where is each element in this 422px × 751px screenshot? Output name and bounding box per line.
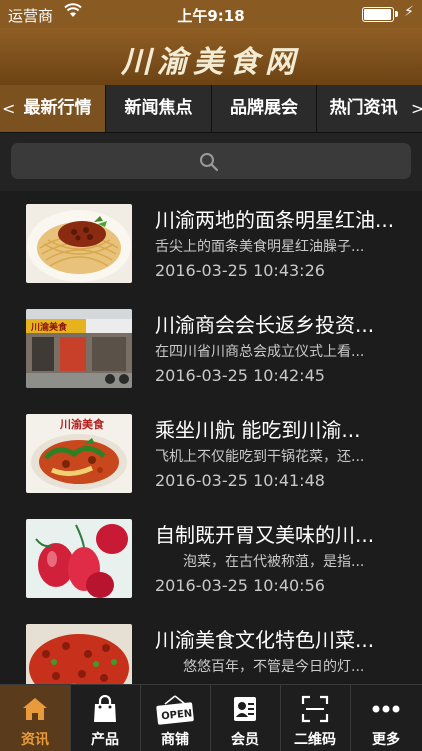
tabs-scroll-left-icon[interactable]: < <box>2 85 15 132</box>
tab-label: 品牌展会 <box>230 98 298 118</box>
news-thumbnail: 川渝美食 <box>26 309 132 388</box>
nav-label: 二维码 <box>294 732 336 748</box>
nav-label: 会员 <box>231 732 259 748</box>
news-title: 川渝两地的面条明星红油... <box>155 208 395 232</box>
clock: 上午9:18 <box>177 7 245 25</box>
list-item[interactable]: 川渝美食文化特色川菜... 悠悠百年，不管是今日的灯... <box>0 611 422 684</box>
news-title: 川渝美食文化特色川菜... <box>155 628 375 652</box>
tab-news-focus[interactable]: 新闻焦点 <box>106 85 212 132</box>
nav-item-shops[interactable]: OPEN 商铺 <box>140 685 211 751</box>
nav-item-members[interactable]: 会员 <box>210 685 281 751</box>
app-header: 川渝美食网 <box>0 28 422 85</box>
tab-label: 最新行情 <box>23 98 92 118</box>
open-sign-icon: OPEN <box>140 695 210 725</box>
list-item[interactable]: 川渝美食 乘坐川航 能吃到川渝... 飞机上不仅能吃到干锅花菜，还... 201… <box>0 401 422 507</box>
list-item[interactable]: 川渝两地的面条明星红油... 舌尖上的面条美食明星红油臊子... 2016-03… <box>0 191 422 297</box>
tab-hot-info[interactable]: 热门资讯 <box>317 85 422 132</box>
nav-label: 更多 <box>372 732 400 748</box>
search-input[interactable] <box>11 143 411 179</box>
nav-item-products[interactable]: 产品 <box>70 685 141 751</box>
news-thumbnail <box>26 519 132 598</box>
news-title: 川渝商会会长返乡投资... <box>155 313 375 337</box>
nav-label: 商铺 <box>161 732 189 748</box>
news-list: 川渝两地的面条明星红油... 舌尖上的面条美食明星红油臊子... 2016-03… <box>0 191 422 684</box>
battery-icon <box>362 7 398 22</box>
charging-icon: ⚡ <box>404 4 414 20</box>
news-date: 2016-03-25 10:40:56 <box>155 576 325 595</box>
news-thumbnail <box>26 204 132 283</box>
bag-icon <box>70 695 140 725</box>
tabs-scroll-right-icon[interactable]: > <box>411 85 422 132</box>
tab-latest-market[interactable]: 最新行情 <box>0 85 106 132</box>
dish-sign-text: 川渝美食 <box>59 417 105 431</box>
bottom-nav: 资讯 产品 OPEN 商铺 会员 二维码 更多 <box>0 684 422 751</box>
news-summary: 泡菜，在古代被称菹，是指... <box>155 554 365 570</box>
qr-scan-icon <box>280 695 350 725</box>
tab-label: 热门资讯 <box>329 98 398 118</box>
shop-sign-text: 川渝美食 <box>30 321 68 333</box>
member-card-icon <box>210 695 280 725</box>
news-summary: 舌尖上的面条美食明星红油臊子... <box>155 239 365 255</box>
list-item[interactable]: 自制既开胃又美味的川... 泡菜，在古代被称菹，是指... 2016-03-25… <box>0 506 422 612</box>
news-thumbnail <box>26 624 132 684</box>
search-icon <box>200 153 219 172</box>
nav-item-qrcode[interactable]: 二维码 <box>280 685 351 751</box>
tab-label: 新闻焦点 <box>124 98 193 118</box>
home-icon <box>0 695 70 725</box>
news-title: 自制既开胃又美味的川... <box>155 523 375 547</box>
news-date: 2016-03-25 10:43:26 <box>155 261 325 280</box>
status-bar: 运营商 上午9:18 ⚡ <box>0 0 422 28</box>
search-area <box>0 133 422 191</box>
news-thumbnail: 川渝美食 <box>26 414 132 493</box>
news-date: 2016-03-25 10:41:48 <box>155 471 325 490</box>
news-summary: 在四川省川商总会成立仪式上看... <box>155 344 365 360</box>
news-title: 乘坐川航 能吃到川渝... <box>155 418 361 442</box>
nav-label: 资讯 <box>21 732 49 748</box>
category-tabs: 最新行情 < 新闻焦点 品牌展会 热门资讯 > <box>0 85 422 133</box>
news-date: 2016-03-25 10:42:45 <box>155 366 325 385</box>
nav-item-news[interactable]: 资讯 <box>0 685 71 751</box>
app-title: 川渝美食网 <box>121 45 301 80</box>
nav-label: 产品 <box>91 732 119 748</box>
tab-brand-expo[interactable]: 品牌展会 <box>212 85 317 132</box>
more-icon <box>350 695 422 725</box>
nav-item-more[interactable]: 更多 <box>350 685 422 751</box>
news-summary: 飞机上不仅能吃到干锅花菜，还... <box>155 449 365 465</box>
news-summary: 悠悠百年，不管是今日的灯... <box>155 659 365 675</box>
list-item[interactable]: 川渝美食 川渝商会会长返乡投资... 在四川省川商总会成立仪式上看... 201… <box>0 296 422 402</box>
